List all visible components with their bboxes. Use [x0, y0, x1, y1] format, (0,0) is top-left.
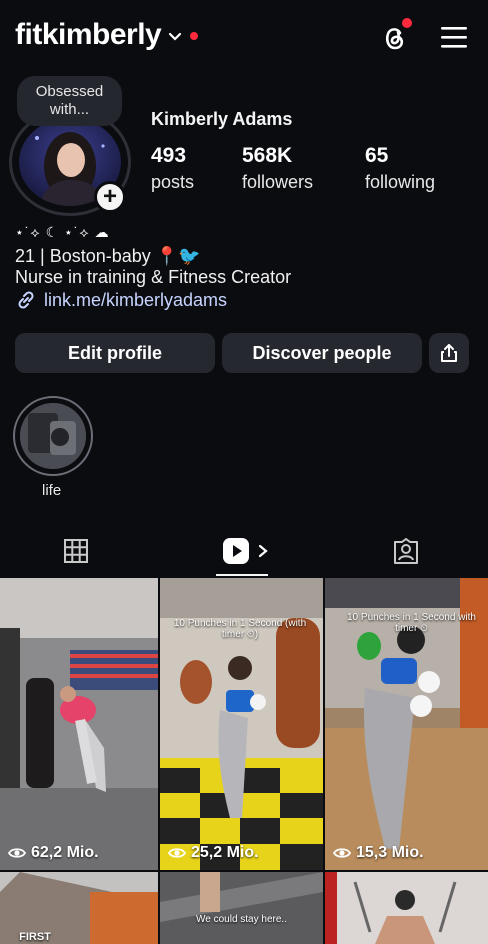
- link-icon: [18, 291, 34, 309]
- eye-icon: [333, 848, 351, 858]
- discover-people-button[interactable]: Discover people: [222, 333, 422, 373]
- reel-caption: 10 Punches in 1 Second with timer ⏲: [347, 612, 476, 634]
- notification-dot: [190, 32, 199, 40]
- profile-header: fitkimberly: [0, 0, 488, 76]
- reel-caption: We could stay here..: [196, 914, 287, 925]
- eye-icon: [168, 848, 186, 858]
- chevron-right-icon: [258, 544, 268, 558]
- bio-emoji-line: ⋆˙⟡ ☾ ⋆˙⟡ ☁: [15, 224, 110, 240]
- story-highlight-life[interactable]: [13, 396, 93, 476]
- reel-views: 15,3 Mio.: [333, 844, 424, 862]
- account-switcher[interactable]: fitkimberly: [15, 18, 199, 52]
- reel-views: 62,2 Mio.: [8, 844, 99, 862]
- posts-label: posts: [151, 172, 195, 192]
- reel-view-count: 25,2 Mio.: [191, 844, 259, 861]
- followers-stat[interactable]: 568K followers: [242, 144, 313, 193]
- tab-tagged[interactable]: [380, 525, 432, 577]
- share-icon: [441, 344, 457, 362]
- chevron-down-icon: [169, 32, 182, 41]
- highlight-cover-image: [20, 403, 86, 469]
- note-line-1: Obsessed: [35, 83, 104, 100]
- followers-count: 568K: [242, 144, 293, 167]
- highlight-label: life: [42, 482, 62, 499]
- menu-button[interactable]: [437, 22, 471, 52]
- bio-link-text: link.me/kimberlyadams: [44, 289, 228, 310]
- eye-icon: [8, 848, 26, 858]
- reel-thumbnail[interactable]: 10 Punches in 1 Second with timer ⏲ 15,3…: [325, 578, 488, 870]
- share-profile-button[interactable]: [429, 333, 469, 373]
- tab-reels[interactable]: [216, 525, 276, 577]
- reel-caption: FIRST: [19, 931, 51, 943]
- tagged-icon: [394, 538, 418, 564]
- add-story-button[interactable]: +: [94, 181, 126, 213]
- reel-thumbnail[interactable]: We could stay here..: [160, 872, 323, 944]
- reels-icon: [223, 538, 249, 564]
- threads-button[interactable]: [376, 16, 414, 56]
- reel-view-count: 15,3 Mio.: [356, 844, 424, 861]
- followers-label: followers: [242, 172, 314, 192]
- bio: ⋆˙⟡ ☾ ⋆˙⟡ ☁ 21 | Boston-baby 📍🐦 Nurse in…: [15, 224, 475, 311]
- hamburger-menu-icon: [441, 27, 467, 48]
- tab-grid[interactable]: [50, 525, 102, 577]
- reel-thumbnail[interactable]: 10 Punches in 1 Second (with timer ⏲) 25…: [160, 578, 323, 870]
- bio-line-1: 21 | Boston-baby 📍🐦: [15, 246, 201, 266]
- grid-icon: [64, 539, 88, 563]
- threads-badge: [400, 16, 414, 30]
- reel-caption: 10 Punches in 1 Second (with timer ⏲): [173, 618, 307, 640]
- posts-stat[interactable]: 493 posts: [151, 144, 194, 193]
- following-stat[interactable]: 65 following: [365, 144, 435, 193]
- username: fitkimberly: [15, 18, 162, 51]
- edit-profile-button[interactable]: Edit profile: [15, 333, 215, 373]
- active-tab-indicator: [216, 574, 268, 576]
- note-line-2: with...: [49, 101, 90, 118]
- profile-tabs: [0, 525, 488, 577]
- bio-link[interactable]: link.me/kimberlyadams: [15, 289, 475, 311]
- full-name: Kimberly Adams: [151, 109, 293, 129]
- reel-views: 25,2 Mio.: [168, 844, 259, 862]
- note-bubble[interactable]: Obsessed with...: [17, 76, 122, 126]
- reel-thumbnail[interactable]: 62,2 Mio.: [0, 578, 158, 870]
- reel-thumbnail[interactable]: [325, 872, 488, 944]
- reel-view-count: 62,2 Mio.: [31, 844, 99, 861]
- following-label: following: [365, 172, 436, 192]
- posts-count: 493: [151, 144, 187, 167]
- reel-thumbnail[interactable]: FIRST: [0, 872, 158, 944]
- following-count: 65: [365, 144, 389, 167]
- bio-line-2: Nurse in training & Fitness Creator: [15, 267, 292, 287]
